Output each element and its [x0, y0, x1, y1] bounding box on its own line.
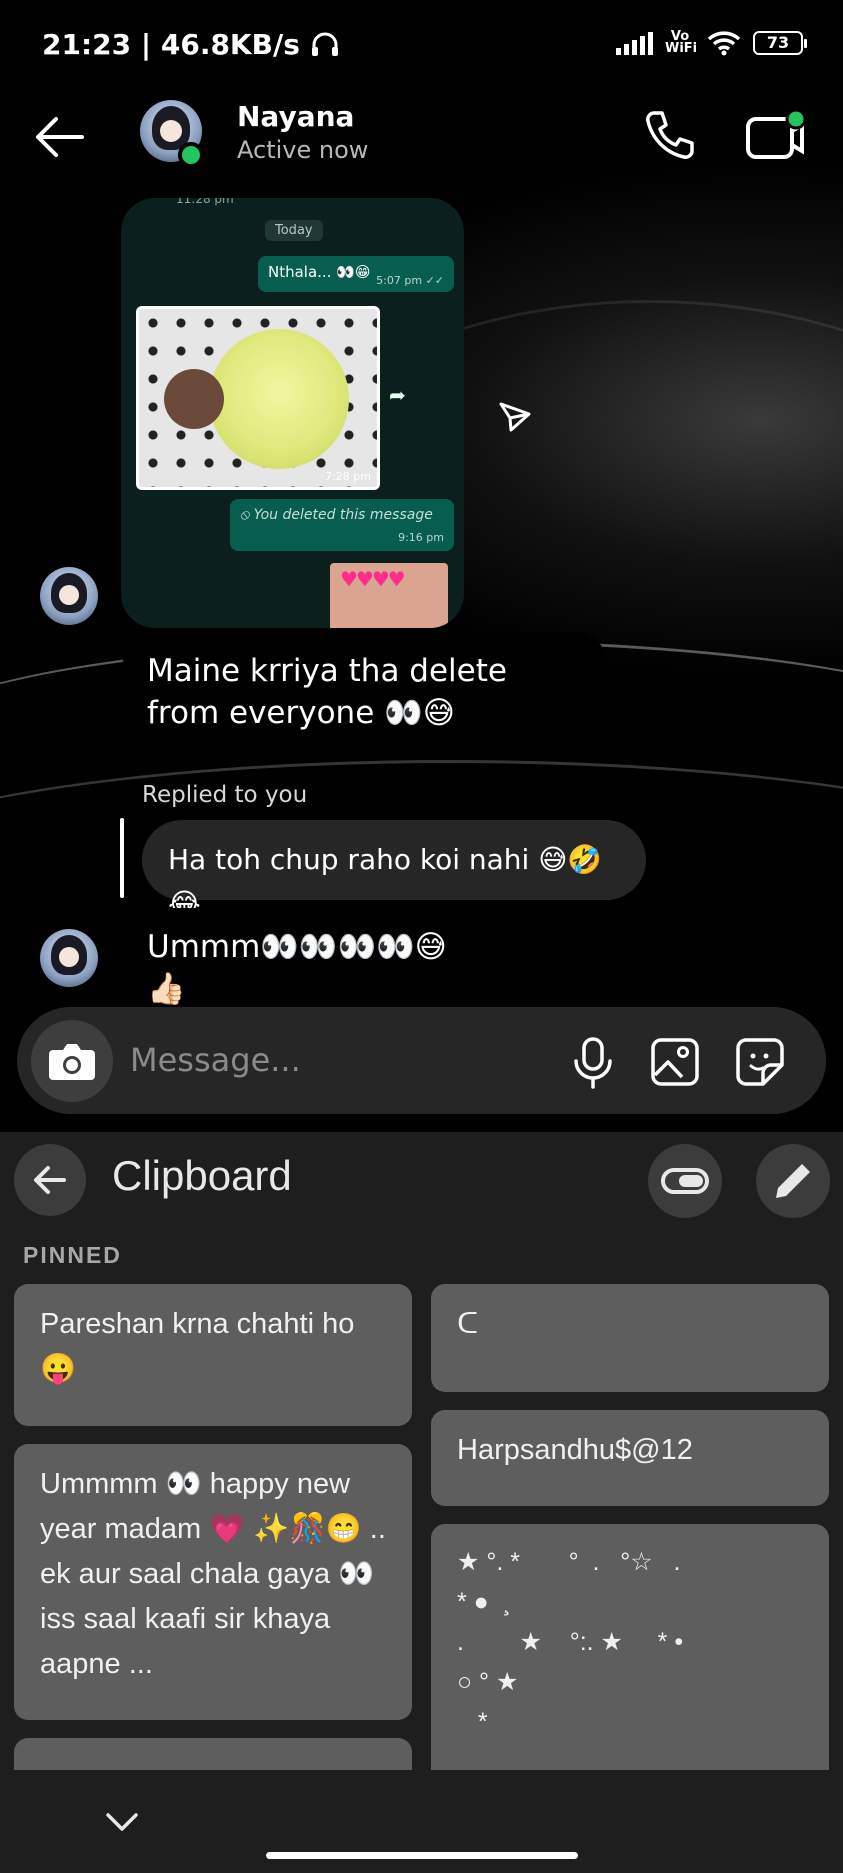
deleted-message-time: 9:16 pm: [398, 531, 444, 544]
avatar[interactable]: [40, 929, 98, 987]
status-bar: 21:23 | 46.8KB/s Vo WiFi 73: [0, 0, 843, 90]
camera-icon: [49, 1044, 95, 1080]
contact-name[interactable]: Nayana: [237, 100, 354, 133]
sticker-icon[interactable]: [733, 1035, 787, 1089]
message-bubble[interactable]: Maine krriya tha delete from everyone 👀😅: [123, 632, 607, 753]
screenshot-photo-time: 7:28 pm: [325, 470, 371, 483]
message-input[interactable]: [130, 1037, 550, 1083]
clipboard-back-button[interactable]: [14, 1144, 86, 1216]
message-composer: [17, 1007, 826, 1114]
status-icons: Vo WiFi 73: [616, 29, 807, 56]
clipboard-item[interactable]: ★ °. * ° . °☆ . * ● ¸ . ★ °:. ★ * • ○ ° …: [431, 1524, 829, 1799]
mic-icon[interactable]: [568, 1035, 618, 1091]
send-icon[interactable]: [497, 398, 533, 434]
chevron-down-icon[interactable]: [100, 1800, 144, 1844]
status-time: 21:23 | 46.8KB/s: [42, 28, 340, 61]
replied-message-bubble[interactable]: Ha toh chup raho koi nahi 😅🤣😂: [142, 820, 646, 920]
clipboard-item[interactable]: Pareshan krna chahti ho 😛: [14, 1284, 412, 1426]
back-arrow-icon: [34, 1166, 66, 1194]
camera-button[interactable]: [31, 1020, 113, 1102]
pinned-label: PINNED: [23, 1242, 122, 1268]
contact-status: Active now: [237, 136, 369, 164]
screenshot-date-chip: Today: [265, 220, 323, 241]
phone-icon[interactable]: [640, 105, 700, 165]
headphones-icon: [311, 32, 338, 56]
clipboard-item[interactable]: Harpsandhu$@12: [431, 1410, 829, 1506]
wifi-icon: [707, 31, 741, 56]
avatar[interactable]: [40, 567, 98, 625]
clipboard-title: Clipboard: [112, 1152, 292, 1199]
vowifi-label: Vo WiFi: [665, 29, 698, 56]
status-time-text: 21:23 | 46.8KB/s: [42, 28, 300, 61]
pencil-icon: [776, 1164, 810, 1198]
video-call-icon[interactable]: [740, 105, 810, 165]
screenshot-photo: 7:28 pm: [136, 306, 380, 490]
clipboard-edit-button[interactable]: [756, 1144, 830, 1218]
toggle-icon: [661, 1168, 709, 1194]
clipboard-item[interactable]: Ummmm 👀 happy new year madam 💗 ✨🎊😁 .. ek…: [14, 1444, 412, 1720]
screenshot-message: Nthala... 👀😁 5:07 pm ✓✓: [258, 256, 454, 292]
screenshot-top-time: 11:28 pm: [176, 198, 234, 206]
chat-header: Nayana Active now: [0, 90, 843, 200]
reply-bar: [120, 818, 124, 898]
screenshot-message-text: Nthala... 👀😁: [268, 263, 371, 281]
reply-label: Replied to you: [142, 782, 308, 808]
online-indicator: [178, 142, 204, 168]
screenshot-message-time: 5:07 pm ✓✓: [376, 274, 444, 287]
screenshot-deleted-message: ⦸ You deleted this message 9:16 pm: [230, 499, 454, 551]
clipboard-item[interactable]: ᑕ: [431, 1284, 829, 1392]
forward-icon: ➦: [389, 383, 406, 407]
clipboard-panel: Clipboard PINNED Pareshan krna chahti ho…: [0, 1132, 843, 1873]
shared-screenshot[interactable]: 11:28 pm Today Nthala... 👀😁 5:07 pm ✓✓ 7…: [121, 198, 464, 628]
battery-icon: 73: [753, 31, 807, 55]
screenshot-thumbnail: ♥♥♥♥: [330, 563, 448, 628]
home-indicator[interactable]: [266, 1852, 578, 1859]
back-arrow-icon[interactable]: [30, 112, 90, 162]
gallery-icon[interactable]: [648, 1035, 702, 1089]
message-bubble[interactable]: Ummm👀👀👀👀😅👍🏻: [123, 908, 499, 1007]
signal-icon: [616, 31, 653, 55]
deleted-message-text: ⦸ You deleted this message: [240, 507, 433, 523]
clipboard-toggle-button[interactable]: [648, 1144, 722, 1218]
